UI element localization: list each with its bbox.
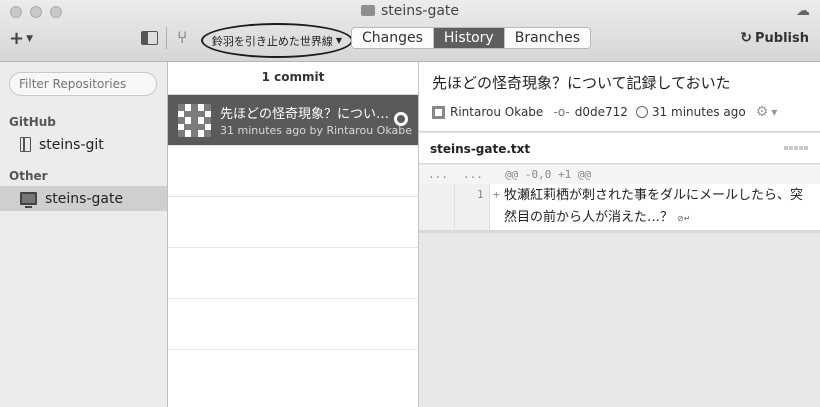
folder-icon <box>360 5 375 16</box>
cloud-icon[interactable]: ☁ <box>796 3 810 19</box>
window-title-text: steins-gate <box>380 3 460 19</box>
publish-button[interactable]: ↻ Publish <box>740 30 809 46</box>
sidebar-item-steins-gate[interactable]: steins-gate <box>0 186 167 211</box>
publish-label: Publish <box>755 31 809 46</box>
toolbar-divider <box>166 27 167 49</box>
view-tabs: Changes History Branches <box>351 27 592 49</box>
toggle-sidebar-button[interactable] <box>141 31 158 45</box>
author-name: Rintarou Okabe <box>450 105 544 119</box>
branch-selector[interactable]: 鈴羽を引き止めた世界線 ▼ <box>201 23 353 58</box>
toolbar: steins-gate ☁ + ▼ ⑂ 鈴羽を引き止めた世界線 ▼ Changes … <box>0 0 820 62</box>
section-github: GitHub <box>9 115 56 129</box>
filter-repositories-input[interactable] <box>9 72 157 96</box>
avatar <box>432 105 445 119</box>
commit-summary: 先ほどの怪奇現象？について記録しておいた <box>432 74 731 92</box>
gear-icon[interactable]: ⚙ <box>756 104 769 120</box>
added-line: 牧瀬紅莉栖が刺された事をダルにメールしたら、突然目の前から人が消えた…？ ⊘↵ <box>504 185 814 230</box>
tab-changes[interactable]: Changes <box>352 28 433 48</box>
commit-list: 1 commit 先ほどの怪奇現象？につい… 31 minutes ago by… <box>168 62 419 407</box>
repo-name: steins-gate <box>45 190 124 207</box>
clock-icon <box>635 106 648 118</box>
empty-row <box>168 146 418 197</box>
sidebar: GitHub steins-git Other steins-gate <box>0 62 168 407</box>
sidebar-item-steins-git[interactable]: steins-git <box>0 132 167 157</box>
diff-view: ... ... @@ -0,0 +1 @@ 1 + 牧瀬紅莉栖が刺された事をダル… <box>419 165 820 233</box>
chevron-down-icon: ▼ <box>26 34 34 44</box>
commit-title: 先ほどの怪奇現象？につい… <box>220 107 390 122</box>
commit-sha[interactable]: d0de712 <box>575 105 628 119</box>
file-name: steins-gate.txt <box>430 142 531 156</box>
commit-row[interactable]: 先ほどの怪奇現象？につい… 31 minutes ago by Rintarou… <box>168 95 418 146</box>
new-line-number: 1 <box>477 188 484 201</box>
added-line-marker: + <box>493 188 500 201</box>
branch-icon[interactable]: ⑂ <box>177 28 187 48</box>
repo-name: steins-git <box>39 136 104 153</box>
hunk-header-row: ... ... @@ -0,0 +1 @@ <box>419 165 820 184</box>
diff-stat-bar <box>784 146 809 150</box>
no-newline-icon: ⊘↵ <box>677 214 691 223</box>
add-label: + <box>9 28 25 49</box>
hunk-new-marker: ... <box>463 168 483 181</box>
monitor-icon <box>20 192 37 208</box>
file-header[interactable]: steins-gate.txt <box>419 133 820 164</box>
window-title: steins-gate <box>0 3 820 19</box>
tab-history[interactable]: History <box>432 28 504 48</box>
added-line-text: 牧瀬紅莉栖が刺された事をダルにメールしたら、突然目の前から人が消えた…？ <box>504 188 804 225</box>
commit-time: 31 minutes ago <box>651 105 746 119</box>
tab-branches[interactable]: Branches <box>503 28 591 48</box>
avatar <box>178 104 211 137</box>
empty-row <box>168 197 418 248</box>
sync-icon: ↻ <box>740 30 752 46</box>
branch-name: 鈴羽を引き止めた世界線 <box>211 34 333 48</box>
commit-count: 1 commit <box>168 62 418 95</box>
commit-icon: -o- <box>553 105 570 119</box>
empty-row <box>168 299 418 350</box>
commit-meta-line: Rintarou Okabe -o- d0de712 31 minutes ag… <box>432 104 777 120</box>
commit-detail: 先ほどの怪奇現象？について記録しておいた Rintarou Okabe -o- … <box>419 62 820 407</box>
empty-row <box>168 248 418 299</box>
hunk-header: @@ -0,0 +1 @@ <box>505 168 592 181</box>
add-menu-button[interactable]: + ▼ <box>9 28 33 49</box>
chevron-down-icon[interactable]: ▼ <box>771 108 777 117</box>
commit-meta: 31 minutes ago by Rintarou Okabe <box>220 124 412 137</box>
commit-header: 先ほどの怪奇現象？について記録しておいた Rintarou Okabe -o- … <box>419 62 820 132</box>
hunk-old-marker: ... <box>428 168 448 181</box>
section-other: Other <box>9 169 48 183</box>
unpushed-commit-indicator <box>394 112 408 126</box>
chevron-down-icon: ▼ <box>335 36 343 45</box>
repository-book-icon <box>20 137 31 152</box>
